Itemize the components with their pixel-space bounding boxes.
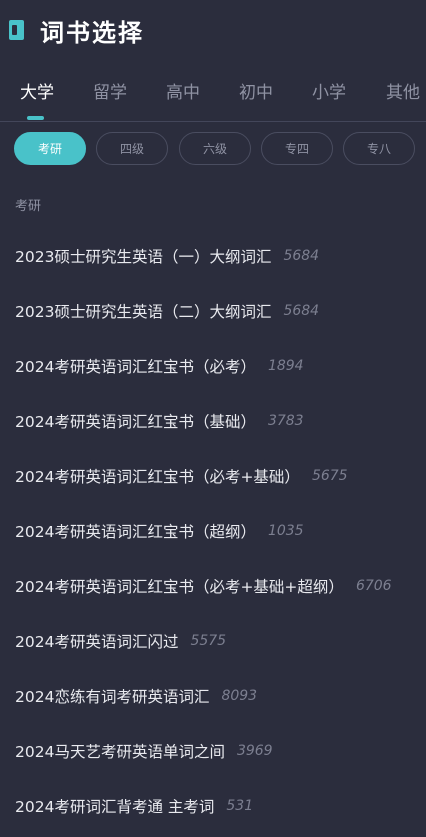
book-item[interactable]: 2024考研英语词汇红宝书（超纲） 1035 <box>15 503 426 558</box>
word-count: 8093 <box>221 687 258 704</box>
chip-cet4[interactable]: 四级 <box>96 132 168 165</box>
word-count: 3783 <box>267 412 304 429</box>
header: 词书选择 <box>0 0 426 60</box>
word-count: 5675 <box>311 467 348 484</box>
active-tab-indicator <box>27 116 44 120</box>
tab-middle-school[interactable]: 初中 <box>239 78 273 103</box>
book-name: 2024马天艺考研英语单词之间 <box>15 742 225 761</box>
book-item[interactable]: 2023硕士研究生英语（一）大纲词汇 5684 <box>15 228 426 283</box>
chip-cet6[interactable]: 六级 <box>179 132 251 165</box>
word-count: 1035 <box>267 522 304 539</box>
book-name: 2024考研英语词汇红宝书（必考+基础） <box>15 467 300 486</box>
book-item[interactable]: 2024考研英语词汇红宝书（基础） 3783 <box>15 393 426 448</box>
chip-tem4[interactable]: 专四 <box>261 132 333 165</box>
book-icon <box>9 20 24 40</box>
chip-kaoyan[interactable]: 考研 <box>14 132 86 165</box>
word-count: 1894 <box>267 357 304 374</box>
tab-divider <box>0 121 426 122</box>
book-name: 2023硕士研究生英语（一）大纲词汇 <box>15 247 272 266</box>
tab-primary-school[interactable]: 小学 <box>312 78 346 103</box>
book-item[interactable]: 2024考研英语词汇闪过 5575 <box>15 613 426 668</box>
book-name: 2024考研英语词汇红宝书（基础） <box>15 412 256 431</box>
tab-university[interactable]: 大学 <box>20 78 54 103</box>
word-count: 5575 <box>190 632 227 649</box>
book-name: 2024考研英语词汇红宝书（必考+基础+超纲） <box>15 577 344 596</box>
tab-study-abroad[interactable]: 留学 <box>93 78 127 103</box>
subcategory-chips: 考研 四级 六级 专四 专八 <box>0 132 426 168</box>
section-label: 考研 <box>15 199 42 214</box>
book-name: 2024考研英语词汇红宝书（必考） <box>15 357 256 376</box>
book-item[interactable]: 2024考研词汇背考通 主考词 531 <box>15 778 426 833</box>
book-name: 2024考研词汇背考通 主考词 <box>15 797 215 816</box>
book-item[interactable]: 2024考研英语词汇红宝书（必考+基础+超纲） 6706 <box>15 558 426 613</box>
page-title: 词书选择 <box>40 19 144 47</box>
word-count: 3969 <box>236 742 273 759</box>
book-item[interactable]: 2024考研英语词汇红宝书（必考+基础） 5675 <box>15 448 426 503</box>
category-tabs: 大学 留学 高中 初中 小学 其他 <box>0 78 426 120</box>
book-name: 2024恋练有词考研英语词汇 <box>15 687 210 706</box>
tab-high-school[interactable]: 高中 <box>166 78 200 103</box>
word-count: 6706 <box>355 577 392 594</box>
book-name: 2024考研英语词汇闪过 <box>15 632 179 651</box>
word-count: 5684 <box>283 302 320 319</box>
book-item[interactable]: 2023硕士研究生英语（二）大纲词汇 5684 <box>15 283 426 338</box>
book-item[interactable]: 2024马天艺考研英语单词之间 3969 <box>15 723 426 778</box>
book-name: 2024考研英语词汇红宝书（超纲） <box>15 522 256 541</box>
tab-other[interactable]: 其他 <box>386 78 420 103</box>
word-count: 531 <box>226 797 254 814</box>
book-name: 2023硕士研究生英语（二）大纲词汇 <box>15 302 272 321</box>
chip-tem8[interactable]: 专八 <box>343 132 415 165</box>
book-item[interactable]: 2024考研英语词汇红宝书（必考） 1894 <box>15 338 426 393</box>
word-count: 5684 <box>283 247 320 264</box>
book-item[interactable]: 2024恋练有词考研英语词汇 8093 <box>15 668 426 723</box>
